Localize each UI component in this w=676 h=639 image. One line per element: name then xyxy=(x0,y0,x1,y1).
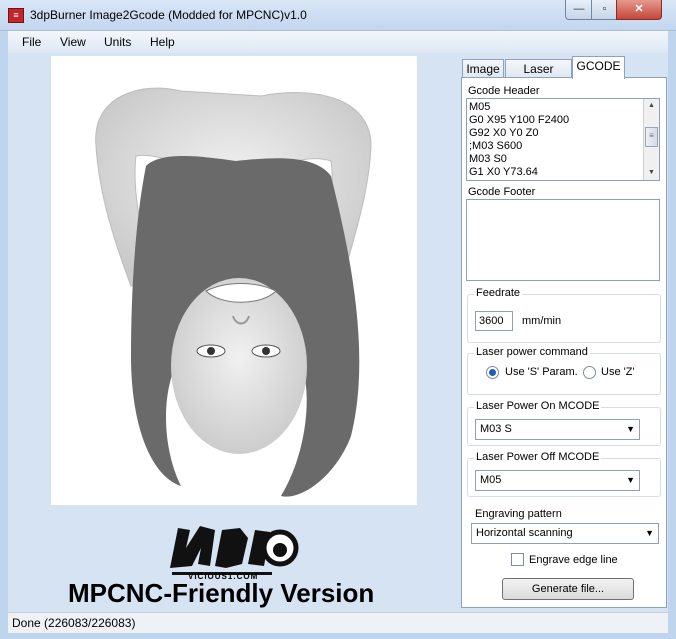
menu-bar: File View Units Help xyxy=(8,31,668,53)
header-line: M03 S0 xyxy=(469,153,507,165)
maximize-button[interactable]: ▫ xyxy=(591,0,618,20)
app-icon[interactable]: ≡ xyxy=(8,8,24,23)
window-title: 3dpBurner Image2Gcode (Modded for MPCNC)… xyxy=(30,8,307,22)
minimize-button[interactable]: — xyxy=(565,0,593,20)
gcode-footer-label: Gcode Footer xyxy=(468,186,536,198)
header-scrollbar[interactable]: ▲ ≡ ▼ xyxy=(643,99,659,180)
gcode-header-label: Gcode Header xyxy=(468,85,540,97)
banner-text: MPCNC-Friendly Version xyxy=(68,578,375,608)
use-z-radio[interactable] xyxy=(583,366,596,379)
tab-laser-profile[interactable]: Laser profile xyxy=(505,59,572,95)
power-on-select[interactable]: M03 S ▼ xyxy=(475,419,640,440)
menu-units[interactable]: Units xyxy=(104,35,131,49)
feedrate-label: Feedrate xyxy=(474,287,523,299)
use-s-label: Use 'S' Param. xyxy=(505,366,578,378)
scroll-up-icon[interactable]: ▲ xyxy=(644,99,659,113)
header-line: M05 xyxy=(469,101,491,113)
chevron-down-icon: ▼ xyxy=(626,424,635,434)
gcode-footer-textarea[interactable] xyxy=(466,199,660,281)
header-line: G92 X0 Y0 Z0 xyxy=(469,127,539,139)
chevron-down-icon: ▼ xyxy=(626,475,635,485)
feedrate-input[interactable]: 3600 xyxy=(475,311,513,331)
tab-image[interactable]: Image xyxy=(462,59,504,79)
chevron-down-icon: ▼ xyxy=(645,528,654,538)
power-on-value: M03 S xyxy=(480,423,512,435)
power-off-value: M05 xyxy=(480,474,502,486)
edge-line-checkbox[interactable] xyxy=(511,553,524,566)
close-button[interactable]: ✕ xyxy=(616,0,662,20)
power-command-label: Laser power command xyxy=(474,346,590,358)
header-line: ;M03 S600 xyxy=(469,140,523,152)
tab-gcode[interactable]: GCODE xyxy=(572,56,625,79)
portrait-image xyxy=(95,87,372,497)
vicious1-logo: VICIOUS1.COM xyxy=(160,508,300,586)
image-preview[interactable] xyxy=(51,56,417,505)
scroll-thumb[interactable]: ≡ xyxy=(645,127,658,147)
pattern-label: Engraving pattern xyxy=(475,508,562,520)
menu-help[interactable]: Help xyxy=(150,35,175,49)
pattern-value: Horizontal scanning xyxy=(476,527,573,539)
menu-view[interactable]: View xyxy=(60,35,86,49)
status-bar: Done (226083/226083) xyxy=(8,612,668,633)
status-text: Done (226083/226083) xyxy=(12,616,136,630)
menu-file[interactable]: File xyxy=(22,35,41,49)
scroll-down-icon[interactable]: ▼ xyxy=(644,166,659,180)
edge-line-label: Engrave edge line xyxy=(529,554,618,566)
generate-file-button[interactable]: Generate file... xyxy=(502,578,634,600)
gcode-header-lines: M05 G0 X95 Y100 F2400 G92 X0 Y0 Z0 ;M03 … xyxy=(469,101,569,179)
header-line: G0 X95 Y100 F2400 xyxy=(469,114,570,126)
power-off-label: Laser Power Off MCODE xyxy=(474,451,602,463)
use-s-radio[interactable] xyxy=(486,366,499,379)
header-line: G1 X0 Y73.64 xyxy=(469,166,538,178)
title-bar: ≡ 3dpBurner Image2Gcode (Modded for MPCN… xyxy=(0,0,676,31)
use-z-label: Use 'Z' xyxy=(601,366,635,378)
feedrate-unit: mm/min xyxy=(522,315,562,327)
power-off-select[interactable]: M05 ▼ xyxy=(475,470,640,491)
pattern-select[interactable]: Horizontal scanning ▼ xyxy=(471,523,659,544)
gcode-header-textarea[interactable]: M05 G0 X95 Y100 F2400 G92 X0 Y0 Z0 ;M03 … xyxy=(466,98,660,181)
power-on-label: Laser Power On MCODE xyxy=(474,400,602,412)
